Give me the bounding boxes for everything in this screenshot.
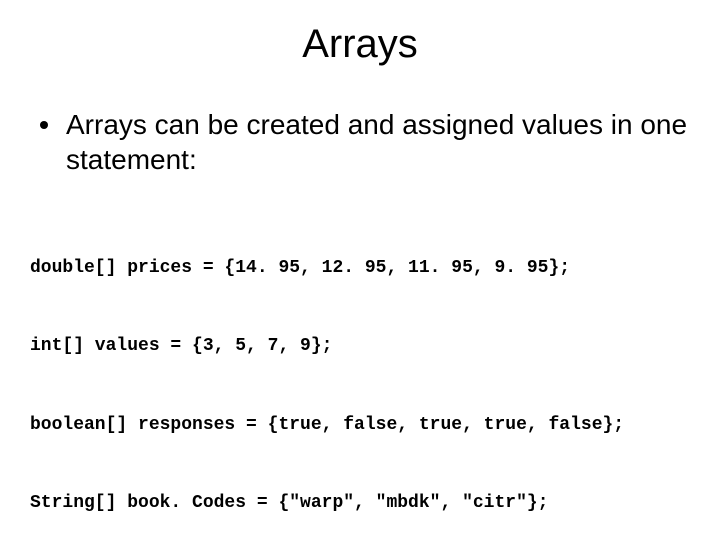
code-line: double[] prices = {14. 95, 12. 95, 11. 9… [30,255,690,281]
bullet-item: Arrays can be created and assigned value… [40,107,690,177]
slide: Arrays Arrays can be created and assigne… [0,22,720,540]
code-line: String[] book. Codes = {"warp", "mbdk", … [30,490,690,516]
slide-body: Arrays can be created and assigned value… [0,107,720,540]
code-block: double[] prices = {14. 95, 12. 95, 11. 9… [30,203,690,540]
slide-title: Arrays [0,22,720,67]
code-line: int[] values = {3, 5, 7, 9}; [30,333,690,359]
bullet-dot-icon [40,121,48,129]
bullet-text: Arrays can be created and assigned value… [66,107,690,177]
code-line: boolean[] responses = {true, false, true… [30,412,690,438]
